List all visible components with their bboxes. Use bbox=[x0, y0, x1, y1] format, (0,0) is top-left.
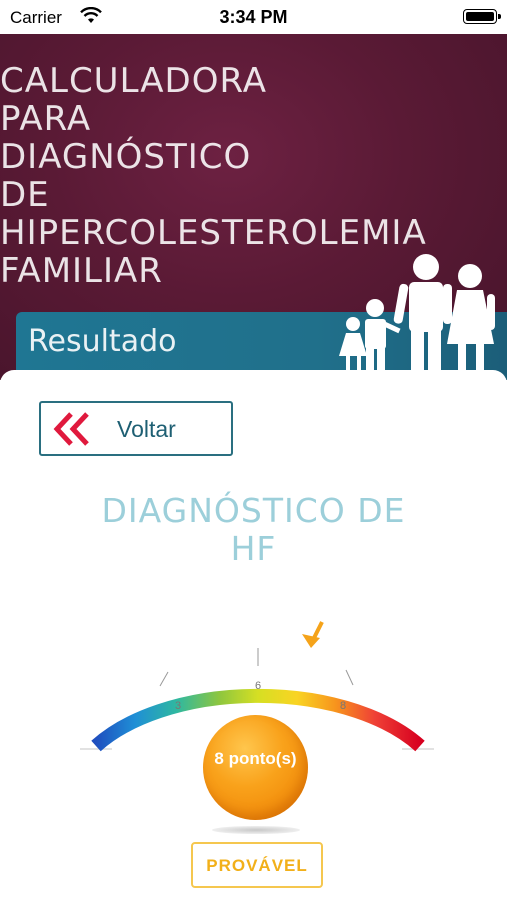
double-chevron-left-icon bbox=[53, 411, 97, 452]
score-ball: 8 ponto(s) bbox=[203, 715, 308, 820]
back-button[interactable]: Voltar bbox=[39, 401, 233, 456]
gauge-tick-label: 3 bbox=[175, 700, 181, 712]
diagnosis-title-line: DIAGNÓSTICO DE bbox=[101, 491, 406, 530]
diagnosis-title: DIAGNÓSTICO DE HF bbox=[0, 492, 507, 568]
app-title-line: DIAGNÓSTICO bbox=[0, 137, 252, 177]
result-label: PROVÁVEL bbox=[206, 856, 308, 875]
status-bar: Carrier 3:34 PM bbox=[0, 0, 507, 34]
diagnosis-title-line: HF bbox=[230, 529, 277, 568]
back-button-label: Voltar bbox=[117, 416, 176, 442]
battery-icon bbox=[463, 9, 501, 24]
app-title-line: CALCULADORA bbox=[0, 61, 267, 101]
gauge-tick-8 bbox=[347, 671, 356, 688]
gauge-tick-label: 8 bbox=[340, 700, 346, 712]
result-badge: PROVÁVEL bbox=[191, 842, 323, 888]
score-label: 8 ponto(s) bbox=[214, 749, 297, 768]
result-card: Voltar DIAGNÓSTICO DE HF 3 6 8 8 ponto(s… bbox=[0, 370, 507, 900]
app-title-line: PARA bbox=[0, 99, 92, 139]
gauge-tick-label: 6 bbox=[255, 680, 261, 692]
status-time: 3:34 PM bbox=[219, 7, 288, 27]
app-header: CALCULADORA PARA DIAGNÓSTICO DE HIPERCOL… bbox=[0, 34, 507, 380]
score-ball-shadow bbox=[212, 826, 300, 834]
app-title-line: DE bbox=[0, 175, 50, 215]
score-pointer-arrow-icon bbox=[302, 621, 324, 648]
result-section-label: Resultado bbox=[28, 324, 177, 359]
family-icon bbox=[334, 242, 504, 380]
gauge-tick-3 bbox=[157, 673, 167, 689]
gauge-tick-8-mark bbox=[345, 669, 354, 686]
gauge-tick-3-mark bbox=[159, 671, 169, 687]
